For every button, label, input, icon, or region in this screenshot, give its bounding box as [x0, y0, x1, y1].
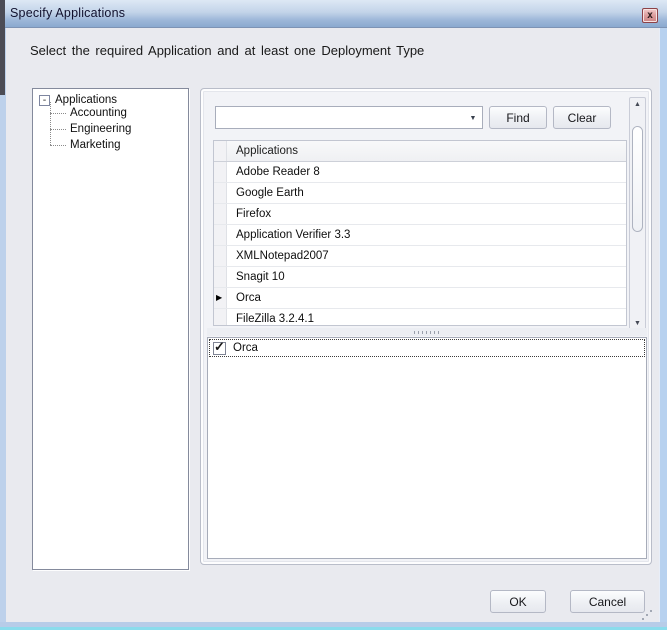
- ok-button[interactable]: OK: [490, 590, 546, 613]
- search-combobox[interactable]: ▼: [215, 106, 483, 129]
- find-button[interactable]: Find: [489, 106, 547, 129]
- grid-row[interactable]: Firefox: [214, 204, 626, 225]
- check-icon: ✓: [214, 339, 225, 355]
- row-header-cell: [214, 246, 227, 266]
- grid-corner-cell: [214, 141, 227, 161]
- application-name-cell: FileZilla 3.2.4.1: [227, 309, 626, 326]
- grid-header-row: Applications: [214, 141, 626, 162]
- grid-row[interactable]: ▶ Orca: [214, 288, 626, 309]
- titlebar: Specify Applications x: [0, 0, 667, 28]
- tree-node-engineering[interactable]: Engineering: [50, 121, 188, 137]
- instruction-text: Select the required Application and at l…: [30, 43, 424, 58]
- row-header-cell: [214, 183, 227, 203]
- chevron-down-icon: ▼: [470, 115, 477, 122]
- grid-row[interactable]: Adobe Reader 8: [214, 162, 626, 183]
- grid-row[interactable]: XMLNotepad2007: [214, 246, 626, 267]
- grid-row[interactable]: Application Verifier 3.3: [214, 225, 626, 246]
- application-name-cell: XMLNotepad2007: [227, 246, 626, 266]
- grid-row[interactable]: Snagit 10: [214, 267, 626, 288]
- application-name-cell: Snagit 10: [227, 267, 626, 287]
- application-name-cell: Google Earth: [227, 183, 626, 203]
- application-name-cell: Adobe Reader 8: [227, 162, 626, 182]
- row-selector-icon: ▶: [216, 293, 222, 303]
- row-header-cell: [214, 267, 227, 287]
- row-header-cell: [214, 204, 227, 224]
- window-border-left: [0, 28, 6, 627]
- window-border-left-dark: [0, 0, 5, 95]
- grid-body: Adobe Reader 8Google EarthFirefoxApplica…: [214, 162, 626, 326]
- applications-tree-panel: - Applications Accounting Engineering Mark…: [32, 88, 189, 570]
- row-selector-cell: ▶: [214, 288, 227, 308]
- grid-column-header: Applications: [227, 141, 626, 161]
- deployment-type-list: ✓ Orca: [207, 337, 647, 559]
- window-title: Specify Applications: [10, 6, 125, 20]
- scroll-down-icon[interactable]: ▼: [630, 320, 645, 327]
- close-button[interactable]: x: [642, 8, 658, 23]
- resize-grip[interactable]: [641, 601, 653, 613]
- applications-grid: Applications Adobe Reader 8Google EarthF…: [213, 140, 627, 326]
- tree-node-applications[interactable]: - Applications: [33, 89, 188, 105]
- application-name-cell: Firefox: [227, 204, 626, 224]
- tree-children: Accounting Engineering Marketing: [50, 105, 188, 153]
- tree-node-label: Marketing: [70, 139, 121, 151]
- application-name-cell: Application Verifier 3.3: [227, 225, 626, 245]
- tree-node-label: Engineering: [70, 123, 131, 135]
- checkbox-checked[interactable]: ✓: [213, 342, 226, 355]
- scrollbar-thumb[interactable]: [632, 126, 643, 232]
- tree-node-label: Accounting: [70, 107, 127, 119]
- row-header-cell: [214, 162, 227, 182]
- tree-node-accounting[interactable]: Accounting: [50, 105, 188, 121]
- scroll-up-icon[interactable]: ▲: [630, 101, 645, 108]
- deployment-type-item[interactable]: ✓ Orca: [209, 339, 645, 357]
- specify-applications-dialog: Specify Applications x Select the requir…: [0, 0, 667, 630]
- combobox-dropdown-button[interactable]: ▼: [464, 107, 482, 128]
- row-header-cell: [214, 309, 227, 326]
- collapse-icon[interactable]: -: [39, 95, 50, 106]
- close-icon: x: [643, 9, 657, 22]
- vertical-scrollbar[interactable]: ▲ ▼: [629, 97, 646, 331]
- tree-node-marketing[interactable]: Marketing: [50, 137, 188, 153]
- applications-selector-panel: ▼ Find Clear ▲ ▼ Applications Adobe Read…: [200, 88, 652, 565]
- window-border-right: [659, 28, 667, 627]
- grid-row[interactable]: FileZilla 3.2.4.1: [214, 309, 626, 326]
- row-header-cell: [214, 225, 227, 245]
- grid-row[interactable]: Google Earth: [214, 183, 626, 204]
- splitter-handle[interactable]: [207, 328, 647, 336]
- clear-button[interactable]: Clear: [553, 106, 611, 129]
- application-name-cell: Orca: [227, 288, 626, 308]
- splitter-grip-icon: [414, 331, 440, 334]
- cancel-button[interactable]: Cancel: [570, 590, 645, 613]
- deployment-type-label: Orca: [233, 342, 258, 354]
